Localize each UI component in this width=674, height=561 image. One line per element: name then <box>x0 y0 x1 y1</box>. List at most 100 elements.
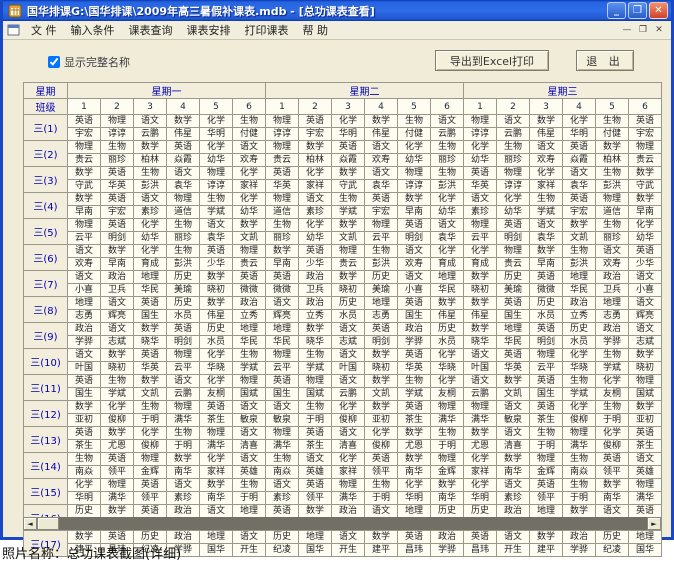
mdi-minimize-button[interactable]: — <box>619 24 635 37</box>
subject-cell: 语文 <box>233 427 266 440</box>
subject-cell: 化学 <box>68 479 101 492</box>
subject-cell: 化学 <box>200 375 233 388</box>
minimize-button[interactable]: _ <box>607 2 626 19</box>
teacher-cell: 华民 <box>497 336 530 349</box>
subject-cell: 语文 <box>266 297 299 310</box>
menu-input-conditions[interactable]: 输入条件 <box>64 20 122 40</box>
subject-cell: 物理 <box>530 349 563 362</box>
teacher-cell: 满华 <box>266 440 299 453</box>
menu-timetable-arrange[interactable]: 课表安排 <box>180 20 238 40</box>
teacher-cell: 谆谆 <box>497 180 530 193</box>
teacher-cell: 晓华 <box>464 336 497 349</box>
teacher-cell: 满华 <box>464 414 497 427</box>
mdi-child-icon[interactable] <box>7 24 20 36</box>
subject-cell: 英语 <box>266 505 299 518</box>
teacher-cell: 云平 <box>530 362 563 375</box>
subject-cell: 数学 <box>629 349 662 362</box>
subject-cell: 数学 <box>68 193 101 206</box>
teacher-cell: 伟星 <box>365 128 398 141</box>
subject-cell: 数学 <box>332 219 365 232</box>
subject-cell: 生物 <box>167 219 200 232</box>
teacher-cell: 丽珍 <box>101 154 134 167</box>
subject-cell: 语文 <box>299 193 332 206</box>
teacher-cell: 家祥 <box>299 180 332 193</box>
subject-cell: 物理 <box>464 401 497 414</box>
close-button[interactable]: ✕ <box>649 2 668 19</box>
subject-cell: 语文 <box>101 297 134 310</box>
teacher-cell: 彭洪 <box>563 258 596 271</box>
subject-cell: 语文 <box>629 271 662 284</box>
subject-cell: 数学 <box>497 375 530 388</box>
maximize-button[interactable]: ❐ <box>628 2 647 19</box>
teacher-cell: 于明 <box>299 414 332 427</box>
subject-cell: 语文 <box>563 167 596 180</box>
teacher-cell: 贵云 <box>68 154 101 167</box>
show-full-names-checkbox[interactable] <box>48 56 60 68</box>
subject-cell: 语文 <box>200 505 233 518</box>
subject-cell: 英语 <box>530 401 563 414</box>
teacher-cell: 志斌 <box>629 336 662 349</box>
subject-cell: 英语 <box>563 193 596 206</box>
subject-cell: 数学 <box>101 245 134 258</box>
teacher-cell: 建平 <box>365 544 398 557</box>
subject-cell: 语文 <box>497 479 530 492</box>
period-header: 5 <box>596 99 629 115</box>
subject-cell: 历史 <box>431 505 464 518</box>
export-to-excel-button[interactable]: 导出到Excel打印 <box>435 50 549 71</box>
teacher-cell: 明剑 <box>398 232 431 245</box>
subject-cell: 英语 <box>299 245 332 258</box>
subject-cell: 历史 <box>464 505 497 518</box>
subject-cell: 数学 <box>464 427 497 440</box>
menu-help[interactable]: 帮 助 <box>296 20 336 40</box>
mdi-restore-button[interactable]: ❐ <box>635 24 651 37</box>
subject-cell: 历史 <box>68 505 101 518</box>
class-row-label: 三(5) <box>24 219 68 245</box>
teacher-cell: 志勇 <box>596 310 629 323</box>
exit-button[interactable]: 退 出 <box>576 50 634 71</box>
subject-cell: 数学 <box>464 323 497 336</box>
teacher-cell: 宇宏 <box>563 206 596 219</box>
mdi-close-button[interactable]: ✕ <box>651 24 667 37</box>
app-icon <box>8 4 22 18</box>
subject-cell: 英语 <box>68 427 101 440</box>
teacher-cell: 国斌 <box>299 388 332 401</box>
subject-cell: 英语 <box>497 297 530 310</box>
teacher-cell: 华英 <box>497 362 530 375</box>
teacher-cell: 于明 <box>563 492 596 505</box>
teacher-cell: 早南 <box>629 206 662 219</box>
subject-cell: 语文 <box>134 115 167 128</box>
teacher-cell: 亚初 <box>629 414 662 427</box>
menu-timetable-query[interactable]: 课表查询 <box>122 20 180 40</box>
period-header: 1 <box>464 99 497 115</box>
subject-cell: 数学 <box>134 141 167 154</box>
subject-cell: 地理 <box>431 271 464 284</box>
subject-cell: 语文 <box>101 323 134 336</box>
teacher-cell: 伟星 <box>200 310 233 323</box>
teacher-cell: 立秀 <box>233 310 266 323</box>
subject-cell: 数学 <box>233 219 266 232</box>
teacher-cell: 满华 <box>332 492 365 505</box>
teacher-cell: 开生 <box>497 544 530 557</box>
teacher-cell: 友桐 <box>596 388 629 401</box>
subject-cell: 英语 <box>497 349 530 362</box>
teacher-cell: 欢寿 <box>398 258 431 271</box>
scrollbar-thumb[interactable] <box>37 517 59 530</box>
class-row-label: 三(3) <box>24 167 68 193</box>
menu-print-timetable[interactable]: 打印课表 <box>238 20 296 40</box>
teacher-cell: 华明 <box>200 128 233 141</box>
teacher-cell: 伟星 <box>431 310 464 323</box>
subject-cell: 化学 <box>464 245 497 258</box>
subject-cell: 英语 <box>101 193 134 206</box>
subject-cell: 数学 <box>134 323 167 336</box>
teacher-cell: 于明 <box>365 492 398 505</box>
teacher-cell: 早南 <box>266 258 299 271</box>
subject-cell: 化学 <box>563 401 596 414</box>
subject-cell: 物理 <box>365 219 398 232</box>
scroll-right-arrow[interactable]: ► <box>647 517 661 530</box>
menu-file[interactable]: 文 件 <box>24 20 64 40</box>
scroll-left-arrow[interactable]: ◄ <box>23 517 37 530</box>
subject-cell: 化学 <box>431 245 464 258</box>
teacher-cell: 幼华 <box>200 154 233 167</box>
horizontal-scrollbar[interactable]: ◄ ► <box>23 517 661 530</box>
subject-cell: 生物 <box>563 453 596 466</box>
